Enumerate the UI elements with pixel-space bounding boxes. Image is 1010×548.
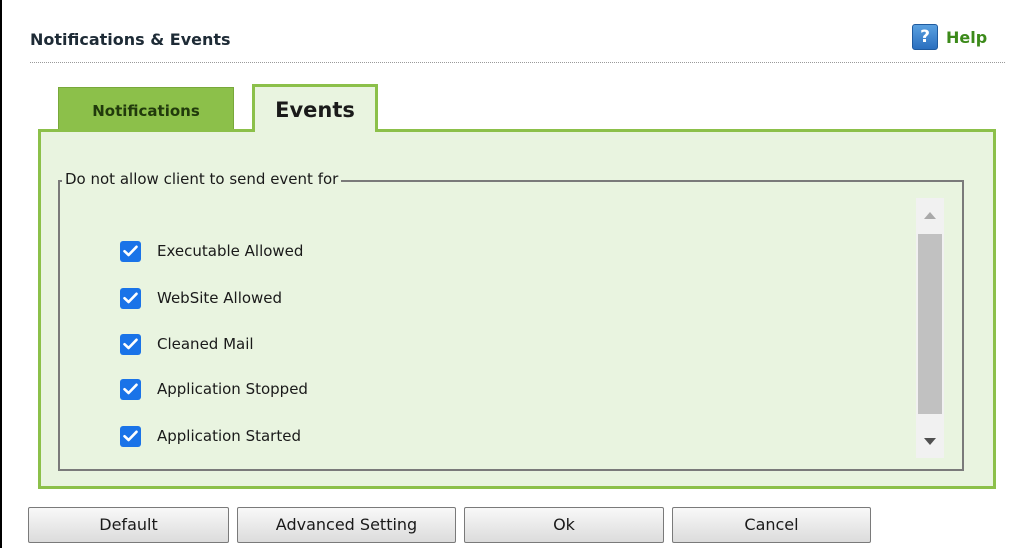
list-item-application-stopped[interactable]: Application Stopped [120,376,308,402]
checkbox-checked-icon[interactable] [120,287,141,309]
list-item-website-allowed[interactable]: WebSite Allowed [120,285,282,311]
ok-button[interactable]: Ok [464,507,664,543]
question-mark-icon[interactable]: ? [912,24,938,50]
scroll-down-icon[interactable] [916,424,944,458]
checkbox-label: Application Stopped [157,380,308,398]
default-button[interactable]: Default [28,507,229,543]
page-title: Notifications & Events [30,30,231,49]
list-scrollbar[interactable] [916,198,944,458]
advanced-setting-button[interactable]: Advanced Setting [237,507,456,543]
checkbox-checked-icon[interactable] [120,333,141,355]
list-item-cleaned-mail[interactable]: Cleaned Mail [120,331,254,357]
checkbox-checked-icon[interactable] [120,378,141,400]
checkbox-label: Application Started [157,427,301,445]
scrollbar-thumb[interactable] [918,234,942,414]
window-left-border [0,0,2,548]
group-legend: Do not allow client to send event for [62,170,342,188]
checkbox-label: WebSite Allowed [157,289,283,307]
cancel-button[interactable]: Cancel [672,507,871,543]
checkbox-label: Executable Allowed [157,242,304,260]
list-item-application-started[interactable]: Application Started [120,423,301,449]
list-item-executable-allowed[interactable]: Executable Allowed [120,238,303,264]
scroll-up-icon[interactable] [916,198,944,232]
help-label[interactable]: Help [946,28,987,47]
checkbox-label: Cleaned Mail [157,335,254,353]
checkbox-checked-icon[interactable] [120,240,141,262]
checkbox-checked-icon[interactable] [120,425,141,447]
tab-notifications[interactable]: Notifications [58,87,234,131]
tab-events[interactable]: Events [252,84,378,132]
help-link[interactable]: ? Help [912,24,987,50]
header-divider [30,62,1005,63]
